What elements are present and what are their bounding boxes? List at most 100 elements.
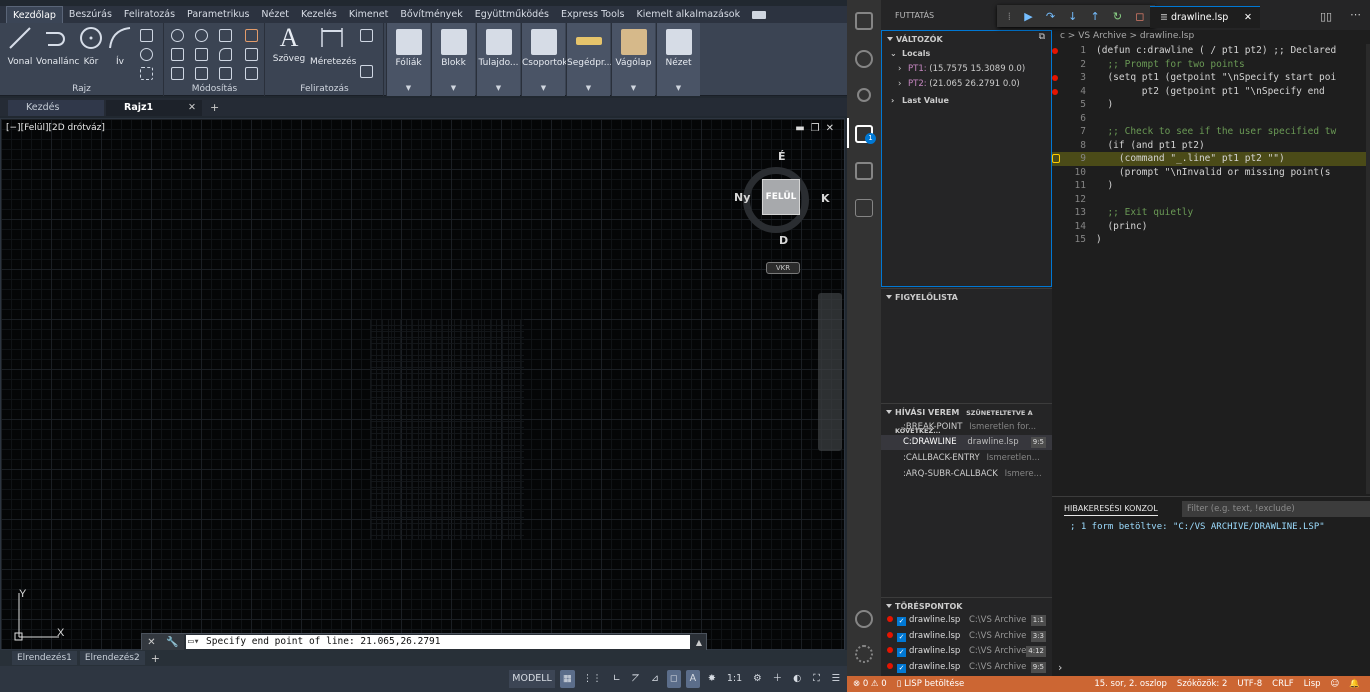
stretch-icon[interactable] (171, 67, 184, 80)
settings-gear-icon[interactable] (855, 645, 873, 663)
ribbon-tab[interactable]: Együttműködés (469, 6, 555, 23)
fillet-icon[interactable] (219, 48, 232, 61)
polar-tracking-icon[interactable]: ⦢ (629, 670, 643, 688)
lsp-icon[interactable] (855, 199, 873, 217)
step-out-icon[interactable]: ↑ (1091, 10, 1100, 23)
drag-handle-icon[interactable]: ⁞ (1008, 10, 1012, 23)
breakpoint-checkbox[interactable]: ✓ (897, 648, 906, 657)
code-line[interactable]: 1 (defun c:drawline ( / pt1 pt2) ;; Decla… (1052, 44, 1370, 58)
hardware-acceleration-icon[interactable]: ◐ (790, 670, 804, 688)
cursor-position[interactable]: 15. sor, 2. oszlop (1094, 679, 1167, 689)
variable-pt2[interactable]: › PT2: (21.065 26.2791 0.0) (882, 77, 1053, 92)
restore-icon[interactable]: ❐ (811, 123, 820, 134)
explorer-icon[interactable] (855, 12, 873, 30)
collapse-all-icon[interactable]: ⧉ (1039, 32, 1045, 42)
ribbon-tab[interactable]: Feliratozás (118, 6, 181, 23)
watch-header[interactable]: FIGYELŐLISTA (881, 288, 1052, 306)
customization-menu-icon[interactable]: ☰ (828, 670, 843, 688)
new-tab-icon[interactable]: + (210, 100, 219, 116)
code-line[interactable]: 3 (setq pt1 (getpoint "\nSpecify start p… (1052, 71, 1370, 85)
array-icon[interactable] (219, 67, 232, 80)
feedback-icon[interactable]: ☺ (1331, 679, 1340, 689)
viewcube[interactable]: É FELÜL Ny K D VKR (734, 149, 834, 274)
ribbon-tab[interactable]: Express Tools (555, 6, 631, 23)
circle-button[interactable]: Kör (78, 25, 104, 67)
ribbon-tab[interactable]: Parametrikus (181, 6, 255, 23)
model-space-button[interactable]: MODELL (509, 670, 555, 688)
last-value-scope[interactable]: › Last Value (882, 93, 1053, 108)
object-snap-icon[interactable]: ◻ (666, 670, 681, 688)
console-input-chevron-icon[interactable]: › (1058, 661, 1062, 674)
variable-pt1[interactable]: › PT1: (15.7575 15.3089 0.0) (882, 62, 1053, 77)
code-line[interactable]: 7 ;; Check to see if the user specified … (1052, 125, 1370, 139)
doc-tab-start[interactable]: Kezdés (8, 100, 104, 116)
step-over-icon[interactable]: ↷ (1046, 10, 1055, 23)
properties-button[interactable]: Tulajdo... ▼ (476, 23, 520, 96)
grid-toggle-icon[interactable]: ▦ (559, 670, 575, 688)
search-icon[interactable] (855, 50, 873, 68)
code-line[interactable]: 5 ) (1052, 98, 1370, 112)
close-icon[interactable]: ✕ (188, 100, 196, 116)
drawing-viewport[interactable]: [−][Felül][2D drótváz] ▬ ❐ ✕ É FELÜL Ny … (0, 118, 845, 650)
rotate-icon[interactable] (195, 29, 208, 42)
breakpoint-icon[interactable] (1052, 88, 1058, 95)
ribbon-tab[interactable]: Kezelés (295, 6, 343, 23)
continue-icon[interactable]: ▶ (1024, 10, 1032, 23)
code-line[interactable]: 15) (1052, 233, 1370, 247)
plus-icon[interactable]: ＋ (770, 670, 786, 688)
close-icon[interactable]: ✕ (1244, 7, 1252, 29)
polyline-button[interactable]: Vonallánc (36, 25, 79, 67)
current-line-arrow-icon[interactable] (1052, 154, 1060, 163)
viewcube-west[interactable]: Ny (734, 191, 750, 204)
ribbon-tab[interactable]: Kiemelt alkalmazások (631, 6, 747, 23)
command-input[interactable]: ▭▾ Specify end point of line: 21.065,26.… (186, 635, 690, 649)
rectangle-icon[interactable] (140, 29, 153, 42)
code-line[interactable]: 11 ) (1052, 179, 1370, 193)
encoding[interactable]: UTF-8 (1237, 679, 1262, 689)
callstack-frame[interactable]: :BREAK-POINT Ismeretlen for... (881, 420, 1052, 435)
account-icon[interactable] (855, 610, 873, 628)
viewcube-south[interactable]: D (779, 234, 788, 247)
editor-tab-drawline[interactable]: ≣ drawline.lsp ✕ (1150, 6, 1260, 28)
language-mode[interactable]: Lisp (1304, 679, 1321, 689)
debug-console-tab[interactable]: HIBAKERESÉSI KONZOL (1064, 504, 1158, 516)
code-line[interactable]: 10 (prompt "\nInvalid or missing point(s (1052, 166, 1370, 180)
ribbon-tab[interactable]: Beszúrás (63, 6, 118, 23)
ribbon-tab[interactable]: Kezdőlap (6, 6, 63, 23)
callstack-header[interactable]: HÍVÁSI VEREM SZÜNETELTETVE A KÖVETKEZ... (881, 403, 1052, 435)
breakpoint-item[interactable]: ✓ drawline.lsp C:\VS Archive 9:5 (881, 660, 1052, 675)
breakpoint-checkbox[interactable]: ✓ (897, 617, 906, 626)
locals-scope[interactable]: ⌄ Locals (882, 46, 1053, 61)
minimize-icon[interactable]: ▬ (795, 123, 804, 134)
code-line[interactable]: 4 pt2 (getpoint pt1 "\nSpecify end (1052, 85, 1370, 99)
restart-icon[interactable]: ↻ (1113, 10, 1122, 23)
viewcube-face-top[interactable]: FELÜL (762, 179, 800, 215)
workspace-gear-icon[interactable]: ⚙ (750, 670, 765, 688)
ribbon-tab[interactable]: Kimenet (343, 6, 395, 23)
source-control-icon[interactable] (857, 88, 871, 102)
code-line[interactable]: 2 ;; Prompt for two points (1052, 58, 1370, 72)
ellipse-icon[interactable] (140, 48, 153, 61)
extensions-icon[interactable] (855, 162, 873, 180)
viewcube-east[interactable]: K (821, 192, 830, 205)
ribbon-tab[interactable]: Bővítmények (394, 6, 468, 23)
explode-icon[interactable] (245, 48, 258, 61)
chevron-up-icon[interactable]: ▲ (692, 638, 706, 647)
view-button[interactable]: Nézet ▼ (656, 23, 700, 96)
callstack-frame[interactable]: :CALLBACK-ENTRY Ismeretlen... (881, 451, 1052, 466)
split-editor-icon[interactable]: ▯▯ (1320, 10, 1332, 23)
code-line[interactable]: 6 (1052, 112, 1370, 126)
block-button[interactable]: Blokk ▼ (431, 23, 475, 96)
leader-icon[interactable] (360, 29, 373, 42)
step-into-icon[interactable]: ↓ (1068, 10, 1077, 23)
lisp-load-status[interactable]: ▯ LISP betöltése (897, 679, 975, 689)
code-line[interactable]: 12 (1052, 193, 1370, 207)
hatch-icon[interactable] (140, 67, 153, 80)
ortho-mode-icon[interactable]: ∟ (610, 670, 624, 688)
callstack-frame-active[interactable]: C:DRAWLINE drawline.lsp 9:5 (881, 435, 1052, 450)
line-ending[interactable]: CRLF (1272, 679, 1293, 689)
dimension-button[interactable]: Méretezés (310, 25, 356, 67)
ribbon-options-icon[interactable] (752, 10, 767, 19)
utilities-button[interactable]: Segédpr... ▼ (566, 23, 612, 96)
fullscreen-icon[interactable]: ⛶ (809, 670, 823, 688)
